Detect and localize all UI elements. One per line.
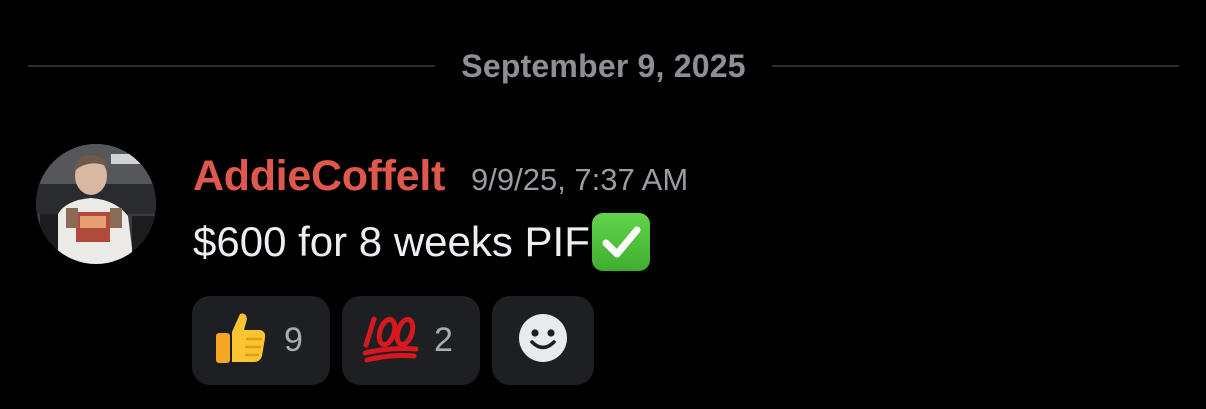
reaction-hundred-points[interactable]: 2 xyxy=(342,296,480,385)
reaction-count: 9 xyxy=(284,321,303,359)
smiley-add-reaction-icon xyxy=(518,313,568,368)
message-text: $600 for 8 weeks PIF xyxy=(193,218,590,265)
message-timestamp: 9/9/25, 7:37 AM xyxy=(471,162,689,197)
divider-line-right xyxy=(771,65,1180,67)
divider-line-left xyxy=(28,65,436,67)
reaction-thumbs-up[interactable]: 9 xyxy=(192,296,330,385)
message-content: $600 for 8 weeks PIF xyxy=(193,212,650,272)
chat-message-view: September 9, 2025 AddieCoffelt 9/9/25, 7… xyxy=(0,0,1206,409)
thumbs-up-icon xyxy=(210,308,270,373)
date-divider: September 9, 2025 xyxy=(28,46,1180,86)
username[interactable]: AddieCoffelt xyxy=(193,152,445,201)
message-header: AddieCoffelt 9/9/25, 7:37 AM xyxy=(193,152,688,206)
white-check-mark-icon xyxy=(591,213,650,271)
avatar[interactable] xyxy=(36,144,156,264)
add-reaction-button[interactable] xyxy=(492,296,594,385)
reactions-bar: 9 2 xyxy=(192,296,594,385)
date-divider-label: September 9, 2025 xyxy=(461,47,746,84)
reaction-count: 2 xyxy=(434,321,453,359)
hundred-points-icon xyxy=(362,313,420,368)
